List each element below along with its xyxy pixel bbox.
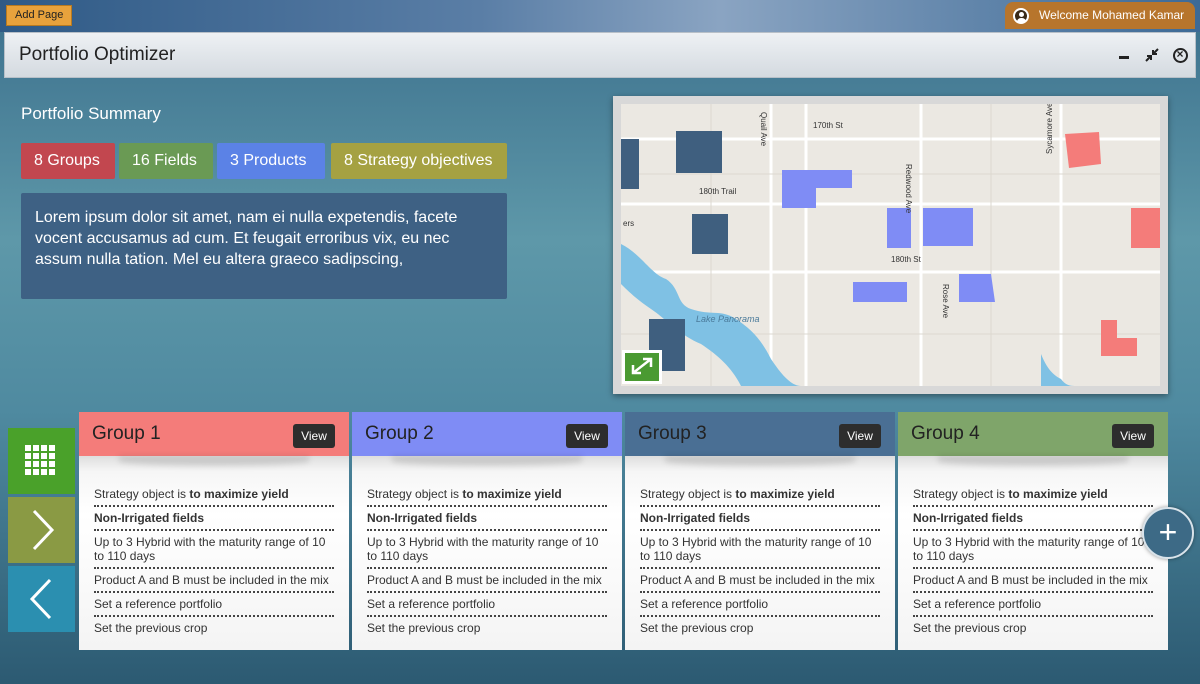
chevron-right-icon — [32, 509, 55, 551]
crop-rule: Set the previous crop — [913, 621, 1027, 635]
strategy-rule: Strategy object is to maximize yield — [913, 485, 1153, 507]
user-icon — [1013, 8, 1029, 24]
products-rule: Product A and B must be included in the … — [367, 571, 607, 593]
add-group-button[interactable]: + — [1142, 507, 1194, 559]
group-title: Group 4 — [911, 423, 980, 444]
group-title: Group 3 — [638, 423, 707, 444]
reference-rule: Set a reference portfolio — [367, 595, 607, 617]
strategy-value: to maximize yield — [462, 487, 562, 501]
group-title: Group 2 — [365, 423, 434, 444]
map-label-170th-st: 170th St — [813, 121, 844, 130]
reference-rule: Set a reference portfolio — [913, 595, 1153, 617]
hybrid-rule: Up to 3 Hybrid with the maturity range o… — [94, 533, 334, 569]
hybrid-rule: Up to 3 Hybrid with the maturity range o… — [367, 533, 607, 569]
strategy-count-badge[interactable]: 8 Strategy objectives — [331, 143, 507, 179]
window-title-bar: Portfolio Optimizer — [4, 32, 1196, 78]
welcome-text: Welcome Mohamed Kamar — [1039, 8, 1185, 22]
view-button[interactable]: View — [1112, 424, 1154, 448]
map-label-lake: Lake Panorama — [696, 314, 760, 324]
strategy-rule: Strategy object is to maximize yield — [367, 485, 607, 507]
welcome-user-badge[interactable]: Welcome Mohamed Kamar — [1005, 2, 1195, 29]
grid-icon — [25, 445, 55, 475]
crop-rule: Set the previous crop — [94, 621, 208, 635]
strategy-prefix: Strategy object is — [367, 487, 463, 501]
grid-view-button[interactable] — [8, 428, 75, 494]
irrigation-rule: Non-Irrigated fields — [367, 509, 607, 531]
expand-icon[interactable] — [622, 350, 662, 384]
group-card-1: Group 1 View Strategy object is to maxim… — [79, 412, 349, 650]
view-button[interactable]: View — [293, 424, 335, 448]
summary-description: Lorem ipsum dolor sit amet, nam ei nulla… — [21, 193, 507, 299]
map-label-ers: ers — [623, 219, 634, 228]
close-icon[interactable] — [1172, 46, 1188, 63]
hybrid-rule: Up to 3 Hybrid with the maturity range o… — [640, 533, 880, 569]
group-rules: Strategy object is to maximize yield Non… — [352, 456, 622, 650]
strategy-value: to maximize yield — [1008, 487, 1108, 501]
products-rule: Product A and B must be included in the … — [94, 571, 334, 593]
crop-rule: Set the previous crop — [367, 621, 481, 635]
group-header: Group 2 View — [352, 412, 622, 456]
field-map[interactable]: 170th St 180th Trail 180th St ers Lake P… — [613, 96, 1168, 394]
map-label-180th-trail: 180th Trail — [699, 187, 737, 196]
group-rules: Strategy object is to maximize yield Non… — [79, 456, 349, 650]
minimize-icon[interactable] — [1116, 47, 1132, 63]
group-rules: Strategy object is to maximize yield Non… — [898, 456, 1168, 650]
group-header: Group 4 View — [898, 412, 1168, 456]
map-label-sycamore-ave: Sycamore Ave — [1045, 104, 1054, 154]
group-header: Group 1 View — [79, 412, 349, 456]
reference-rule: Set a reference portfolio — [640, 595, 880, 617]
map-label-quail-ave: Quail Ave — [759, 112, 768, 147]
portfolio-summary-title: Portfolio Summary — [21, 104, 161, 123]
add-page-button[interactable]: Add Page — [6, 5, 73, 26]
strategy-prefix: Strategy object is — [640, 487, 736, 501]
fields-count-badge[interactable]: 16 Fields — [119, 143, 213, 179]
view-button[interactable]: View — [566, 424, 608, 448]
map-label-redwood-ave: Redwood Ave — [904, 164, 913, 214]
map-canvas: 170th St 180th Trail 180th St ers Lake P… — [621, 104, 1160, 386]
strategy-prefix: Strategy object is — [94, 487, 190, 501]
irrigation-rule: Non-Irrigated fields — [913, 509, 1153, 531]
view-button[interactable]: View — [839, 424, 881, 448]
window-title: Portfolio Optimizer — [19, 44, 176, 65]
group-card-4: Group 4 View Strategy object is to maxim… — [898, 412, 1168, 650]
map-label-180th-st: 180th St — [891, 255, 922, 264]
crop-rule: Set the previous crop — [640, 621, 754, 635]
strategy-rule: Strategy object is to maximize yield — [94, 485, 334, 507]
reference-rule: Set a reference portfolio — [94, 595, 334, 617]
strategy-rule: Strategy object is to maximize yield — [640, 485, 880, 507]
next-button[interactable] — [8, 497, 75, 563]
map-label-rose-ave: Rose Ave — [941, 284, 950, 319]
hybrid-rule: Up to 3 Hybrid with the maturity range o… — [913, 533, 1153, 569]
group-title: Group 1 — [92, 423, 161, 444]
products-rule: Product A and B must be included in the … — [913, 571, 1153, 593]
group-rules: Strategy object is to maximize yield Non… — [625, 456, 895, 650]
products-rule: Product A and B must be included in the … — [640, 571, 880, 593]
strategy-value: to maximize yield — [189, 487, 289, 501]
group-header: Group 3 View — [625, 412, 895, 456]
chevron-left-icon — [29, 578, 52, 620]
products-count-badge[interactable]: 3 Products — [217, 143, 325, 179]
group-card-2: Group 2 View Strategy object is to maxim… — [352, 412, 622, 650]
irrigation-rule: Non-Irrigated fields — [94, 509, 334, 531]
group-card-3: Group 3 View Strategy object is to maxim… — [625, 412, 895, 650]
strategy-prefix: Strategy object is — [913, 487, 1009, 501]
collapse-icon[interactable] — [1144, 47, 1160, 63]
plus-icon: + — [1158, 514, 1178, 550]
irrigation-rule: Non-Irrigated fields — [640, 509, 880, 531]
groups-count-badge[interactable]: 8 Groups — [21, 143, 115, 179]
previous-button[interactable] — [8, 566, 75, 632]
strategy-value: to maximize yield — [735, 487, 835, 501]
